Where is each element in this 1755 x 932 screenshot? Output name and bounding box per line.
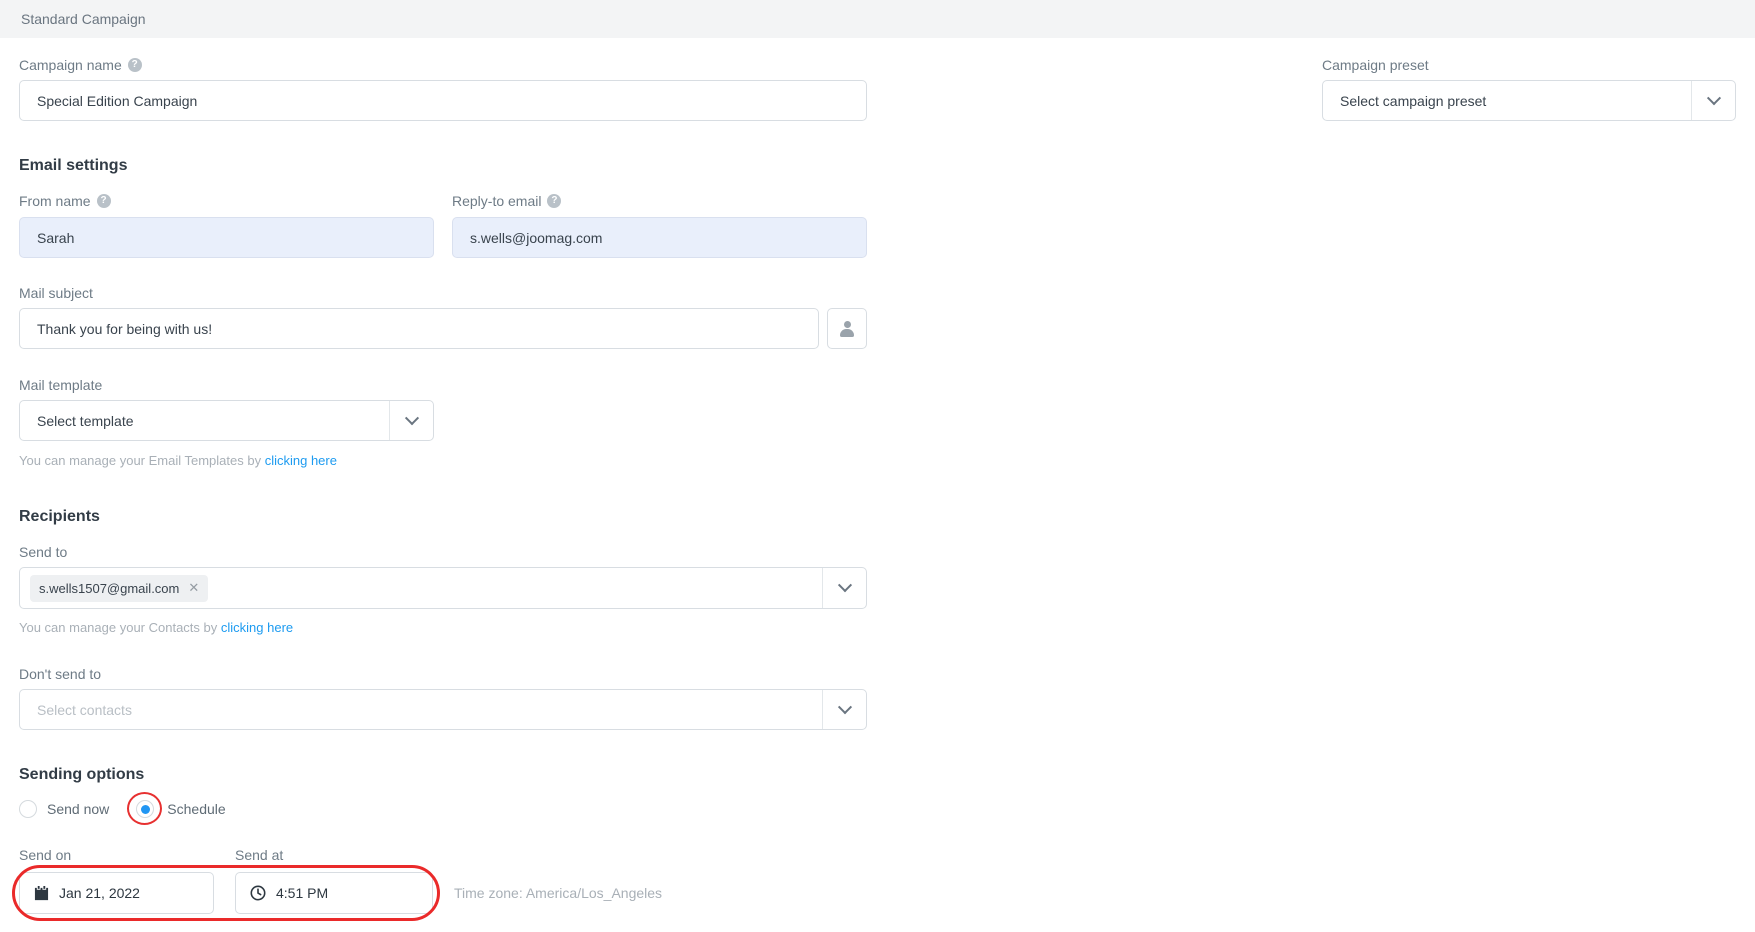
mail-template-label: Mail template	[19, 377, 1736, 393]
send-on-date-value: Jan 21, 2022	[59, 885, 140, 901]
recipients-heading: Recipients	[19, 508, 1736, 526]
reply-to-label: Reply-to email ?	[452, 193, 867, 209]
send-on-label-text: Send on	[19, 847, 71, 863]
campaign-preset-label: Campaign preset	[1322, 57, 1736, 73]
email-settings-heading: Email settings	[19, 157, 1736, 175]
contacts-helper-text: You can manage your Contacts by clicking…	[19, 620, 1736, 635]
radio-schedule-label[interactable]: Schedule	[167, 801, 225, 817]
radio-schedule[interactable]	[136, 800, 154, 818]
send-to-chevron-cell[interactable]	[822, 568, 866, 608]
template-helper-prefix: You can manage your Email Templates by	[19, 453, 265, 468]
page-title: Standard Campaign	[21, 11, 146, 27]
from-name-input[interactable]	[19, 217, 434, 258]
timezone-text: Time zone: America/Los_Angeles	[454, 885, 662, 901]
person-icon	[839, 321, 855, 337]
radio-selected-dot	[141, 805, 150, 814]
help-icon[interactable]: ?	[128, 58, 142, 72]
dont-send-to-chevron-cell[interactable]	[822, 690, 866, 729]
reply-to-input[interactable]	[452, 217, 867, 258]
send-at-label-text: Send at	[235, 847, 283, 863]
send-at-label: Send at	[235, 847, 283, 863]
mail-template-select[interactable]: Select template	[19, 400, 434, 441]
remove-tag-icon[interactable]: ✕	[188, 580, 199, 596]
chevron-down-icon	[404, 411, 418, 425]
chevron-down-icon	[837, 578, 851, 592]
send-at-time-value: 4:51 PM	[276, 885, 328, 901]
campaign-preset-label-text: Campaign preset	[1322, 57, 1429, 73]
template-helper-text: You can manage your Email Templates by c…	[19, 453, 1736, 468]
calendar-icon	[34, 886, 49, 901]
dont-send-to-placeholder: Select contacts	[20, 702, 822, 718]
send-to-label: Send to	[19, 544, 1736, 560]
send-to-tag-area[interactable]: s.wells1507@gmail.com ✕	[20, 575, 822, 602]
campaign-preset-value: Select campaign preset	[1323, 93, 1691, 109]
recipient-tag: s.wells1507@gmail.com ✕	[30, 575, 208, 602]
campaign-name-input[interactable]	[19, 80, 867, 121]
send-on-label: Send on	[19, 847, 235, 863]
chevron-down-icon	[1706, 91, 1720, 105]
help-icon[interactable]: ?	[97, 194, 111, 208]
mail-subject-input[interactable]	[19, 308, 819, 349]
mail-template-chevron-cell[interactable]	[389, 401, 433, 440]
manage-contacts-link[interactable]: clicking here	[221, 620, 293, 635]
manage-templates-link[interactable]: clicking here	[265, 453, 337, 468]
radio-send-now[interactable]	[19, 800, 37, 818]
send-to-input[interactable]: s.wells1507@gmail.com ✕	[19, 567, 867, 609]
sending-options-heading: Sending options	[19, 766, 1736, 784]
mail-template-value: Select template	[20, 413, 389, 429]
reply-to-label-text: Reply-to email	[452, 193, 541, 209]
campaign-name-label-text: Campaign name	[19, 57, 122, 73]
mail-template-label-text: Mail template	[19, 377, 102, 393]
from-name-label: From name ?	[19, 193, 434, 209]
help-icon[interactable]: ?	[547, 194, 561, 208]
page-header: Standard Campaign	[0, 0, 1755, 38]
dont-send-to-label-text: Don't send to	[19, 666, 101, 682]
radio-send-now-label[interactable]: Send now	[47, 801, 109, 817]
campaign-preset-select[interactable]: Select campaign preset	[1322, 80, 1736, 121]
dont-send-to-label: Don't send to	[19, 666, 1736, 682]
send-to-label-text: Send to	[19, 544, 67, 560]
mail-subject-label: Mail subject	[19, 285, 1736, 301]
from-name-label-text: From name	[19, 193, 91, 209]
dont-send-to-select[interactable]: Select contacts	[19, 689, 867, 730]
campaign-preset-chevron-cell[interactable]	[1691, 81, 1735, 120]
send-on-date-field[interactable]: Jan 21, 2022	[19, 872, 214, 914]
contacts-helper-prefix: You can manage your Contacts by	[19, 620, 221, 635]
mail-subject-label-text: Mail subject	[19, 285, 93, 301]
personalize-button[interactable]	[827, 308, 867, 349]
clock-icon	[250, 885, 266, 901]
campaign-name-label: Campaign name ?	[19, 57, 867, 73]
recipient-tag-text: s.wells1507@gmail.com	[39, 581, 179, 596]
chevron-down-icon	[837, 700, 851, 714]
send-at-time-field[interactable]: 4:51 PM	[235, 872, 433, 914]
